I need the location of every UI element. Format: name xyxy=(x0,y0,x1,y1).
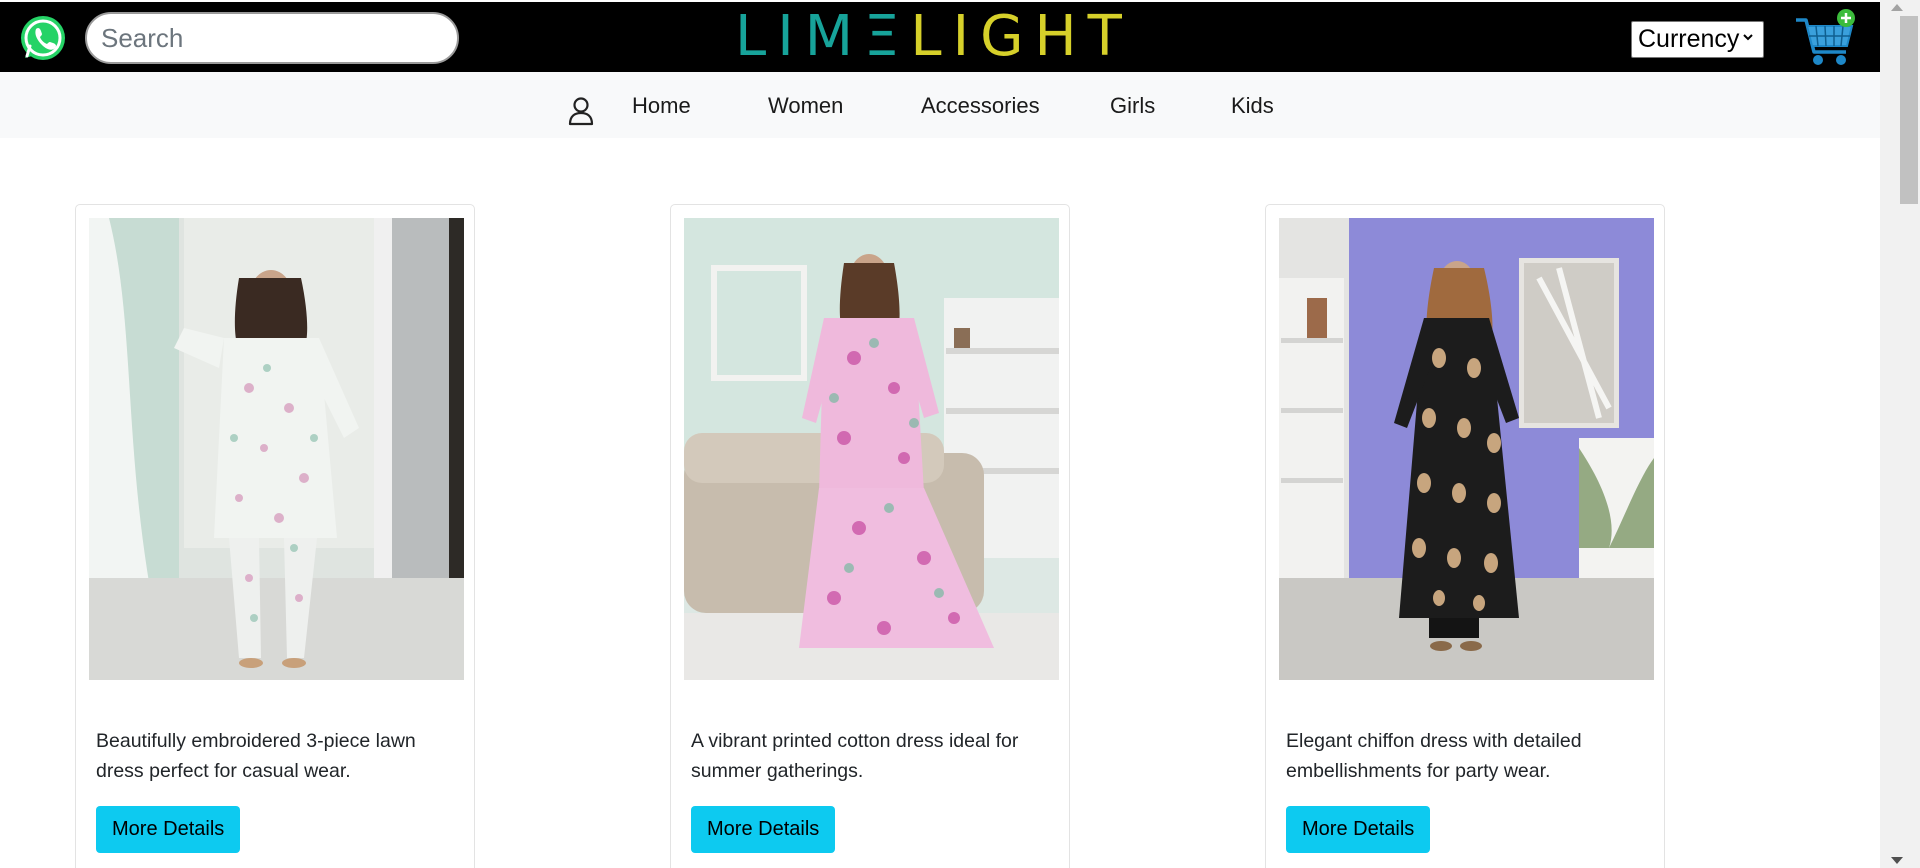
main-navbar: Home Women Accessories Girls Kids xyxy=(0,72,1880,138)
nav-item-girls[interactable]: Girls xyxy=(1110,93,1155,119)
product-description: Elegant chiffon dress with detailed embe… xyxy=(1286,730,1582,782)
nav-item-home[interactable]: Home xyxy=(632,93,691,119)
scroll-up-arrow-icon[interactable] xyxy=(1891,4,1903,11)
logo-text-lime: LIMΞ xyxy=(735,4,911,69)
shopping-cart-icon[interactable] xyxy=(1794,8,1860,70)
product-card: A vibrant printed cotton dress ideal for… xyxy=(670,204,1070,868)
product-image[interactable] xyxy=(1279,218,1654,680)
user-icon[interactable] xyxy=(567,96,595,126)
more-details-button[interactable]: More Details xyxy=(96,806,241,853)
product-card: Beautifully embroidered 3-piece lawn dre… xyxy=(75,204,475,868)
currency-select-label: Currency xyxy=(1638,25,1740,53)
search-input[interactable] xyxy=(85,12,459,64)
product-card: Elegant chiffon dress with detailed embe… xyxy=(1265,204,1665,868)
nav-item-kids[interactable]: Kids xyxy=(1231,93,1274,119)
product-description: Beautifully embroidered 3-piece lawn dre… xyxy=(96,730,416,782)
brand-logo[interactable]: LIMΞ LIGHT xyxy=(735,4,1133,69)
scroll-down-arrow-icon[interactable] xyxy=(1891,857,1903,864)
nav-item-accessories[interactable]: Accessories xyxy=(921,93,1040,119)
whatsapp-icon[interactable] xyxy=(17,12,69,64)
chevron-down-icon xyxy=(1743,34,1753,41)
logo-text-light: LIGHT xyxy=(910,4,1133,69)
product-image[interactable] xyxy=(89,218,464,680)
more-details-button[interactable]: More Details xyxy=(691,806,836,853)
product-image[interactable] xyxy=(684,218,1059,680)
product-description: A vibrant printed cotton dress ideal for… xyxy=(691,730,1019,782)
page-scrollbar[interactable] xyxy=(1880,0,1920,868)
top-header-bar: LIMΞLIGHT Currency xyxy=(0,2,1880,72)
nav-item-women[interactable]: Women xyxy=(768,93,843,119)
more-details-button[interactable]: More Details xyxy=(1286,806,1431,853)
currency-select[interactable]: Currency xyxy=(1631,21,1764,58)
scroll-thumb[interactable] xyxy=(1900,16,1918,204)
